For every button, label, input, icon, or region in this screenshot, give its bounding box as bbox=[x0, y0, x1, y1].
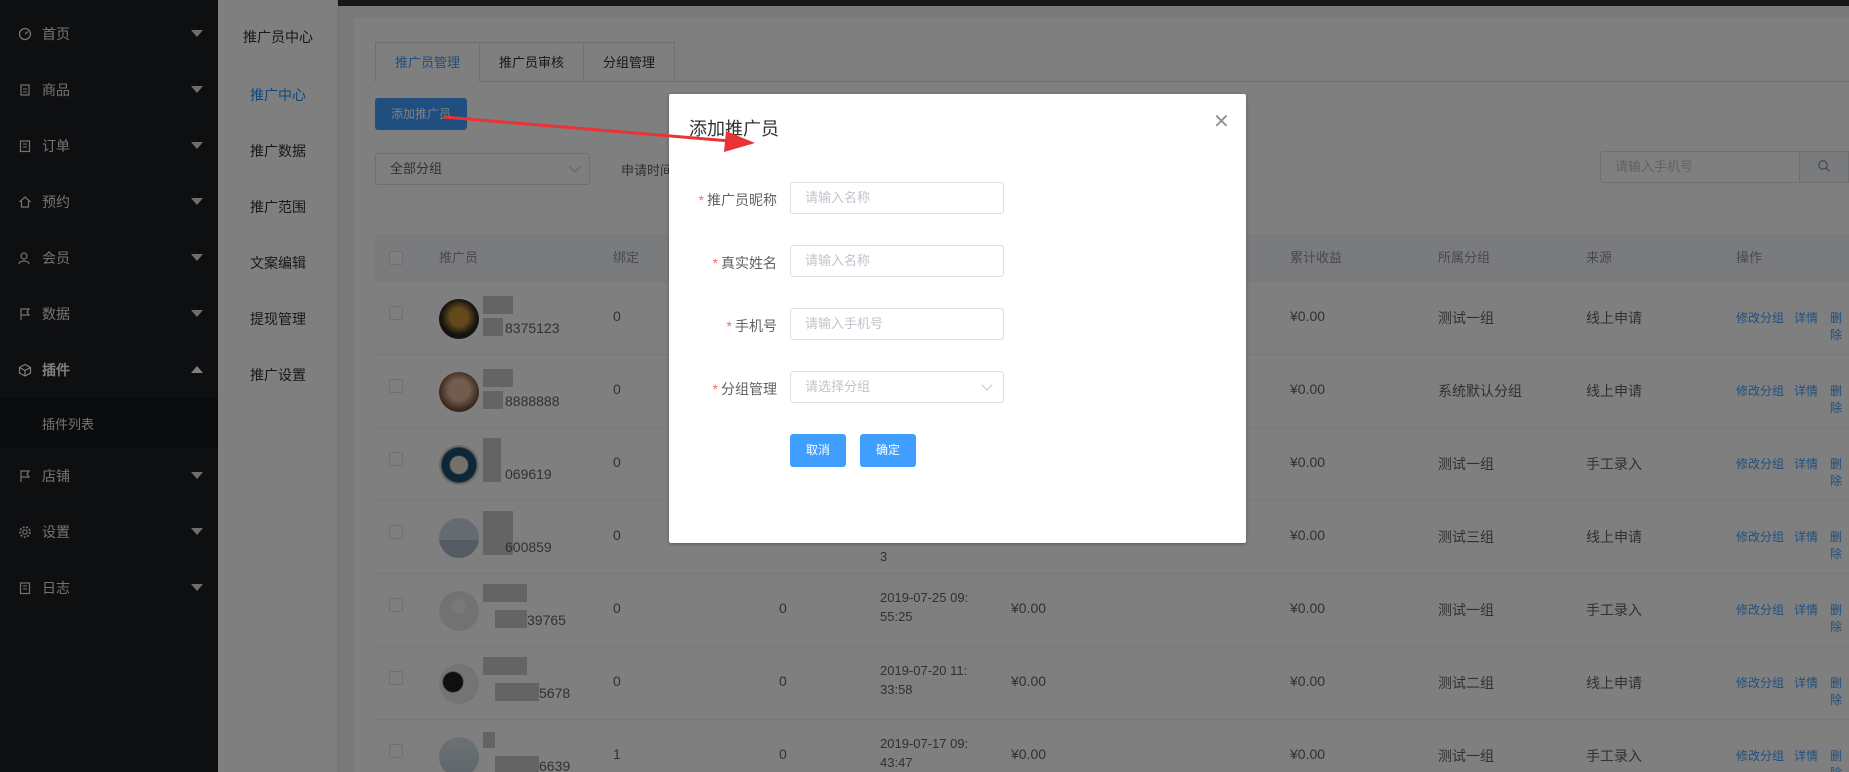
phone-label: * 手机号 bbox=[669, 316, 777, 336]
group-label-text: 分组管理 bbox=[721, 381, 777, 397]
group-label: * 分组管理 bbox=[669, 379, 777, 399]
confirm-button[interactable]: 确定 bbox=[860, 434, 916, 467]
required-mark: * bbox=[726, 318, 732, 334]
nickname-label: * 推广员昵称 bbox=[669, 190, 777, 210]
real-name-label-text: 真实姓名 bbox=[721, 255, 777, 271]
chevron-down-icon bbox=[981, 379, 993, 391]
phone-input[interactable]: 请输入手机号 bbox=[790, 308, 1004, 340]
app-root: 首页 商品 订单 预约 会员 数据 插件 bbox=[0, 0, 1849, 772]
required-mark: * bbox=[698, 192, 704, 208]
real-name-label: * 真实姓名 bbox=[669, 253, 777, 273]
phone-label-text: 手机号 bbox=[735, 318, 777, 334]
required-mark: * bbox=[712, 381, 718, 397]
nickname-input[interactable]: 请输入名称 bbox=[790, 182, 1004, 214]
nickname-label-text: 推广员昵称 bbox=[707, 192, 777, 208]
real-name-input[interactable]: 请输入名称 bbox=[790, 245, 1004, 277]
required-mark: * bbox=[712, 255, 718, 271]
group-select-placeholder: 请选择分组 bbox=[805, 379, 871, 394]
close-icon[interactable]: ✕ bbox=[1213, 112, 1230, 132]
dialog-title: 添加推广员 bbox=[689, 119, 779, 139]
add-promoter-dialog: 添加推广员 ✕ * 推广员昵称 请输入名称 * 真实姓名 请输入名称 * 手机号 请输… bbox=[669, 94, 1246, 543]
cancel-button[interactable]: 取消 bbox=[790, 434, 846, 467]
group-select[interactable]: 请选择分组 bbox=[790, 371, 1004, 403]
